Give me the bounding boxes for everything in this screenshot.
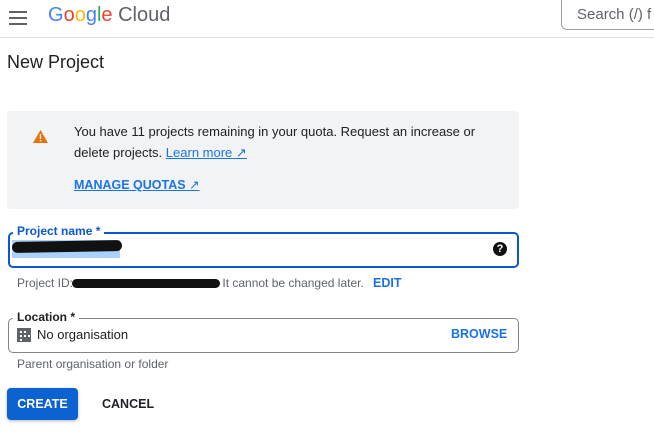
google-cloud-logo[interactable]: Google Cloud bbox=[48, 4, 170, 27]
search-input[interactable]: Search (/) f bbox=[561, 0, 654, 30]
help-icon[interactable]: ? bbox=[493, 242, 507, 256]
page-title: New Project bbox=[7, 52, 105, 72]
redaction-scribble bbox=[72, 279, 220, 288]
create-button[interactable]: CREATE bbox=[7, 388, 78, 420]
external-link-icon: ↗ bbox=[189, 178, 200, 192]
building-icon bbox=[17, 328, 31, 342]
location-label: Location * bbox=[13, 310, 80, 324]
external-link-icon: ↗ bbox=[235, 145, 247, 160]
project-id-prefix: Project ID: bbox=[17, 276, 74, 290]
alert-text: You have 11 projects remaining in your q… bbox=[74, 124, 476, 160]
edit-project-id-button[interactable]: EDIT bbox=[373, 276, 401, 290]
logo-letter: e bbox=[101, 4, 113, 26]
alert-message: You have 11 projects remaining in your q… bbox=[74, 121, 494, 163]
learn-more-label: Learn more bbox=[165, 145, 233, 160]
cancel-button[interactable]: CANCEL bbox=[102, 397, 154, 411]
logo-letter: G bbox=[48, 4, 64, 26]
logo-letter: o bbox=[63, 4, 75, 26]
redaction-scribble bbox=[11, 240, 123, 253]
project-id-suffix: It cannot be changed later. bbox=[222, 276, 364, 290]
project-name-label: Project name * bbox=[13, 224, 105, 238]
learn-more-link[interactable]: Learn more ↗ bbox=[166, 145, 247, 160]
browse-button[interactable]: BROWSE bbox=[451, 327, 507, 341]
logo-letter: o bbox=[74, 4, 86, 26]
manage-quotas-link[interactable]: MANAGE QUOTAS ↗ bbox=[74, 177, 200, 192]
logo-letter: g bbox=[85, 4, 97, 26]
location-helper-text: Parent organisation or folder bbox=[17, 357, 169, 371]
warning-icon bbox=[33, 130, 48, 143]
location-value: No organisation bbox=[37, 327, 129, 342]
manage-quotas-label: MANAGE QUOTAS bbox=[74, 178, 186, 192]
logo-cloud-text: Cloud bbox=[118, 4, 171, 26]
hamburger-menu-icon[interactable] bbox=[9, 11, 27, 25]
